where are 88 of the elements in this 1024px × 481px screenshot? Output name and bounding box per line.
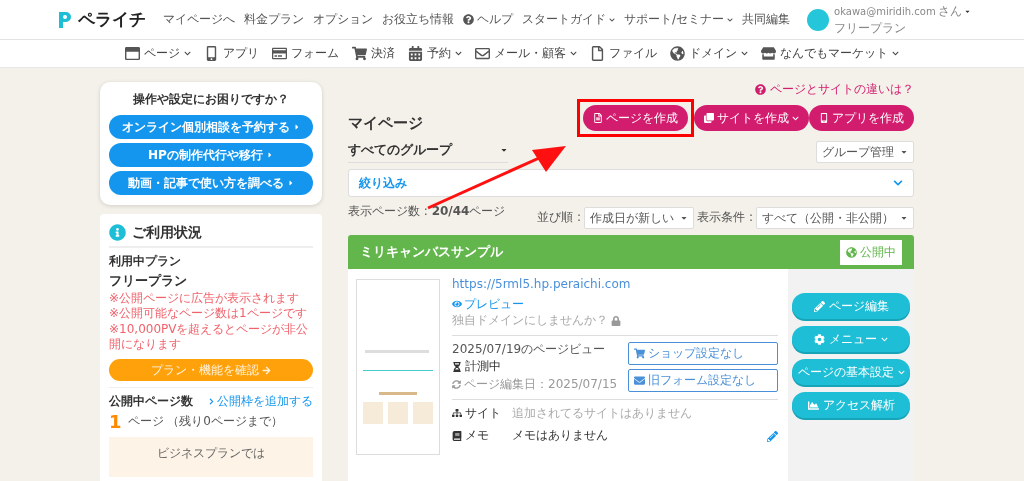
memo-value: メモはありません (512, 428, 608, 444)
promo-text: ビジネスプランでは (157, 446, 265, 461)
toolbar-item[interactable]: ドメイン (670, 45, 748, 62)
create-button[interactable]: サイトを作成 (694, 105, 809, 132)
site-label: サイト (465, 405, 501, 422)
header-link[interactable]: スタートガイド (522, 11, 615, 28)
phone-icon (819, 113, 829, 124)
plan-note: ※10,000PVを超えるとページが非公開になります (109, 321, 310, 354)
domain-prompt: 独自ドメインにしませんか？ (452, 313, 608, 329)
form-button[interactable]: 旧フォーム設定なし (628, 368, 778, 392)
create-button[interactable]: アプリを作成 (809, 105, 914, 132)
status-badge: 公開中 (840, 239, 902, 265)
condition-label: 表示条件 : (697, 210, 753, 226)
measuring-text: 計測中 (465, 359, 501, 376)
card-icon (272, 46, 287, 61)
shop-button[interactable]: ショップ設定なし (628, 341, 778, 365)
help-title: 操作や設定にお困りですか？ (132, 91, 290, 108)
header-link[interactable]: お役立ち情報 (382, 11, 454, 28)
lock-icon (611, 316, 621, 327)
published-label: 公開中ページ数 (109, 394, 193, 410)
info-icon (109, 223, 126, 241)
calendar-icon (408, 46, 423, 61)
edit-icon[interactable] (767, 430, 778, 442)
toolbar-item[interactable]: メール・顧客 (475, 45, 577, 62)
plan-note: ※公開ページに広告が表示されます (109, 290, 301, 307)
mail-icon (634, 374, 645, 386)
globe-icon (670, 46, 685, 61)
page-title: マイページ (348, 113, 423, 134)
header-link[interactable]: ヘルプ (463, 11, 513, 28)
store-icon (761, 46, 776, 61)
sitemap-icon (452, 408, 462, 419)
toolbar-item[interactable]: フォーム (272, 45, 339, 62)
arrow-icon (262, 365, 271, 375)
user-email: okawa@miridih.com (834, 5, 936, 17)
cart-icon (634, 347, 645, 359)
views-label: 2025/07/19のページビュー (452, 341, 607, 358)
chevron-icon (208, 398, 215, 406)
eye-icon (452, 299, 462, 310)
user-plan: フリープラン (834, 19, 908, 37)
toolbar-item[interactable]: なんでもマーケット (761, 45, 899, 62)
sort-label: 並び順 : (537, 210, 582, 226)
logo-text: ペライチ (78, 8, 146, 31)
card-title: ミリキャンバスサンプル (360, 243, 503, 261)
user-suffix: さん (937, 2, 962, 20)
plan-label: 利用中プラン (109, 254, 182, 270)
book-icon (452, 431, 462, 442)
toolbar-item[interactable]: 予約 (408, 45, 462, 62)
help-icon (463, 14, 474, 25)
header-link[interactable]: 共同編集 (742, 11, 791, 28)
window-icon (125, 46, 140, 61)
phone-icon (204, 46, 219, 61)
plan-note: ※公開可能なページ数は1ページです (109, 306, 308, 322)
create-button[interactable]: ページを作成 (583, 105, 688, 132)
area-chart-icon (807, 399, 819, 411)
settings-icon (814, 333, 825, 345)
globe-icon (846, 246, 857, 258)
toolbar-item[interactable]: アプリ (204, 45, 259, 62)
published-count: 1 (109, 409, 122, 434)
help-icon (755, 84, 766, 96)
mail-icon (475, 46, 490, 61)
pencil-icon (813, 300, 825, 312)
logo-icon (56, 9, 74, 30)
usage-title: ご利用状況 (132, 223, 202, 242)
hourglass-icon (452, 362, 462, 373)
memo-label: メモ (465, 428, 489, 444)
toolbar-item[interactable]: ページ (125, 45, 191, 62)
edited-date: ページ編集日：2025/07/15 (464, 377, 618, 393)
file-icon (590, 46, 605, 61)
group-manage-select[interactable]: グループ管理 (816, 141, 914, 164)
toolbar-item[interactable]: 決済 (352, 45, 395, 62)
header-link[interactable]: マイページへ (163, 11, 235, 28)
published-text: ページ （残り0ページまで） (127, 413, 283, 430)
difference-link[interactable]: ページとサイトの違いは？ (770, 82, 914, 98)
header-link[interactable]: サポート/セミナー (624, 11, 734, 28)
avatar (807, 8, 830, 31)
page-count: 表示ページ数 : 20/44ページ (348, 204, 506, 220)
toolbar-item[interactable]: ファイル (590, 45, 657, 62)
copy-icon (704, 113, 714, 124)
group-select[interactable]: すべてのグループ (348, 141, 508, 164)
document-icon (593, 113, 603, 124)
cart-icon (352, 46, 367, 61)
header-link[interactable]: 料金プラン (244, 11, 304, 28)
plan-name: フリープラン (109, 272, 188, 290)
header-link[interactable]: オプション (313, 11, 373, 28)
sort-select[interactable]: 作成日が新しい (584, 207, 695, 230)
site-value: 追加されてるサイトはありません (512, 405, 692, 422)
condition-select[interactable]: すべて（公開・非公開） (756, 207, 914, 230)
refresh-icon (452, 380, 461, 390)
